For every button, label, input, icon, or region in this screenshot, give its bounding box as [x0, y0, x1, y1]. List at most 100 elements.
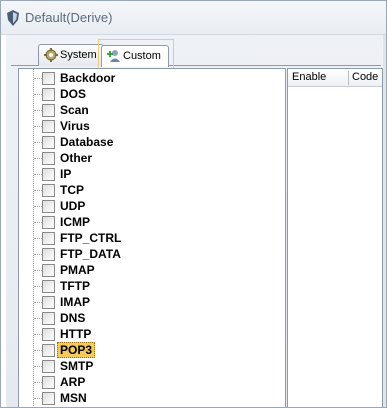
gear-icon [44, 48, 58, 62]
tree-item[interactable]: FTP_DATA [19, 246, 279, 262]
tree-item-checkbox[interactable] [42, 136, 55, 149]
tab-custom-face: Custom [101, 45, 169, 67]
tree-branch-line [34, 78, 42, 79]
tree-branch-line [34, 190, 42, 191]
tree-item-checkbox[interactable] [42, 264, 55, 277]
tree-item-checkbox[interactable] [42, 216, 55, 229]
tree-item[interactable]: UDP [19, 198, 279, 214]
tree-item-checkbox[interactable] [42, 120, 55, 133]
tree-item-checkbox[interactable] [42, 296, 55, 309]
tree-item-label[interactable]: UDP [58, 199, 87, 213]
tree-item[interactable]: MSN [19, 390, 279, 406]
tree-item-label[interactable]: ARP [58, 375, 87, 389]
tree-item-label[interactable]: PMAP [58, 263, 97, 277]
tree-item-checkbox[interactable] [42, 376, 55, 389]
tree-item[interactable]: FTP_CTRL [19, 230, 279, 246]
tree-item-checkbox[interactable] [42, 72, 55, 85]
tree-item[interactable]: DNS [19, 310, 279, 326]
tree-branch-line [34, 302, 42, 303]
tree-item-label[interactable]: FTP_DATA [58, 247, 123, 261]
tree-item[interactable]: PMAP [19, 262, 279, 278]
tree-item-label[interactable]: POP3 [57, 342, 96, 358]
tree-item-checkbox[interactable] [42, 344, 55, 357]
tree-item-checkbox[interactable] [42, 232, 55, 245]
tree-branch-line [34, 238, 42, 239]
tree-item[interactable]: TFTP [19, 278, 279, 294]
tree-item-checkbox[interactable] [42, 200, 55, 213]
tree-item-checkbox[interactable] [42, 392, 55, 405]
tree-item-checkbox[interactable] [42, 104, 55, 117]
tree-branch-line [34, 158, 42, 159]
tree-item[interactable]: Other [19, 150, 279, 166]
tree-branch-line [34, 366, 42, 367]
tree-item-checkbox[interactable] [42, 168, 55, 181]
tree-branch-line [34, 334, 42, 335]
tree-item[interactable]: Backdoor [19, 70, 279, 86]
tree-item[interactable]: Virus [19, 118, 279, 134]
tree-item-checkbox[interactable] [42, 280, 55, 293]
tree-item[interactable]: ICMP [19, 214, 279, 230]
tree-item[interactable]: HTTP [19, 326, 279, 342]
tree-item-label[interactable]: HTTP [58, 327, 93, 341]
tree-item-label[interactable]: Other [58, 151, 94, 165]
content-area: System Custom Backdoor DOS Scan Virus Databa… [6, 35, 383, 407]
shield-icon [7, 10, 19, 26]
tree-item-checkbox[interactable] [42, 184, 55, 197]
tree-item[interactable]: POP3 [19, 342, 279, 358]
tree-item-checkbox[interactable] [42, 88, 55, 101]
tree-item[interactable]: Database [19, 134, 279, 150]
tree-item-label[interactable]: DNS [58, 311, 87, 325]
title-bar: Default(Derive) [1, 1, 386, 35]
tree-branch-line [34, 254, 42, 255]
column-enable[interactable]: Enable [292, 71, 326, 83]
tree-branch-line [34, 174, 42, 175]
tab-system[interactable]: System [38, 44, 104, 66]
tree-branch-line [34, 318, 42, 319]
category-tree[interactable]: Backdoor DOS Scan Virus Database Other IP TCP UD… [18, 68, 286, 407]
tree-item-label[interactable]: Virus [58, 119, 92, 133]
tree-branch-line [34, 94, 42, 95]
tab-custom[interactable]: Custom [98, 39, 174, 71]
tree-item-checkbox[interactable] [42, 360, 55, 373]
tree-item-label[interactable]: IP [58, 167, 73, 181]
tree-item-label[interactable]: TFTP [58, 279, 92, 293]
tree-item-checkbox[interactable] [42, 152, 55, 165]
tree-item[interactable]: IMAP [19, 294, 279, 310]
tree-item-label[interactable]: TCP [58, 183, 86, 197]
tree-item-label[interactable]: FTP_CTRL [58, 231, 123, 245]
tree-item-label[interactable]: SMTP [58, 359, 95, 373]
tree-item[interactable]: ARP [19, 374, 279, 390]
window-edge [383, 35, 386, 407]
column-code[interactable]: Code [352, 71, 378, 83]
tree-branch-line [34, 206, 42, 207]
grid-header: Enable Code [288, 69, 382, 87]
tree-branch-line [34, 126, 42, 127]
add-user-icon [107, 50, 120, 62]
tree-item[interactable]: SMTP [19, 358, 279, 374]
tree-branch-line [34, 350, 42, 351]
tree-item-checkbox[interactable] [42, 248, 55, 261]
tree-item-label[interactable]: IMAP [58, 295, 92, 309]
tree-item-label[interactable]: MSN [58, 391, 89, 405]
tree-branch-line [34, 398, 42, 399]
tree-item-checkbox[interactable] [42, 312, 55, 325]
tree-item[interactable]: DOS [19, 86, 279, 102]
column-separator[interactable] [348, 71, 349, 85]
tree-item-label[interactable]: DOS [58, 87, 88, 101]
tree-branch-line [34, 222, 42, 223]
rule-window: Default(Derive) System Custom Backdoor D… [0, 0, 387, 408]
tree-branch-line [34, 142, 42, 143]
tree-item-label[interactable]: Scan [58, 103, 91, 117]
tree-item-label[interactable]: Backdoor [58, 71, 117, 85]
rule-grid[interactable]: Enable Code [287, 68, 383, 407]
tab-system-label: System [60, 49, 97, 61]
tree-branch-line [34, 110, 42, 111]
tree-item-label[interactable]: ICMP [58, 215, 92, 229]
tree-branch-line [34, 286, 42, 287]
tree-item-checkbox[interactable] [42, 328, 55, 341]
tree-item[interactable]: Scan [19, 102, 279, 118]
tree-item[interactable]: TCP [19, 182, 279, 198]
tree-item-label[interactable]: Database [58, 135, 115, 149]
tab-custom-label: Custom [123, 50, 161, 62]
tree-item[interactable]: IP [19, 166, 279, 182]
